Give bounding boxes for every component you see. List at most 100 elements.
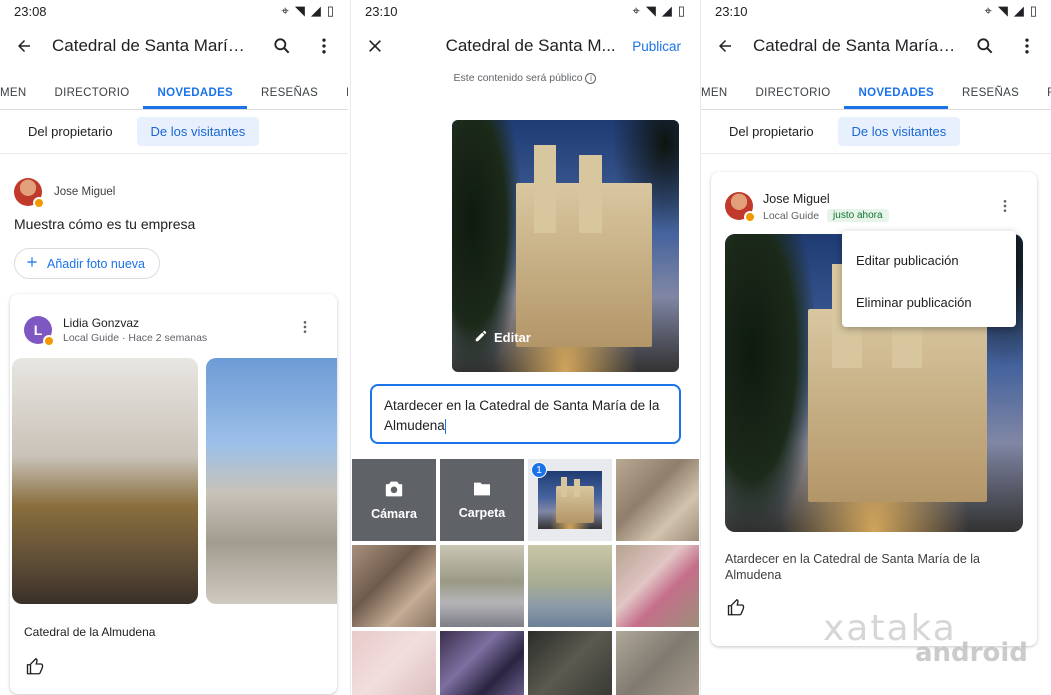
close-icon[interactable]	[361, 32, 389, 60]
folder-icon	[472, 481, 492, 500]
page-title: Catedral de Santa María l...	[753, 36, 957, 55]
more-vert-icon[interactable]	[1013, 32, 1041, 60]
thumb-up-icon[interactable]	[727, 598, 745, 622]
menu-item-delete[interactable]: Eliminar publicación	[842, 281, 1016, 323]
status-time: 23:08	[14, 3, 47, 19]
caption-input[interactable]: Atardecer en la Catedral de Santa María …	[370, 384, 681, 444]
avatar-letter: L	[33, 322, 43, 338]
tab-novedades[interactable]: NOVEDADES	[844, 87, 949, 109]
post-meta: Local Guide	[763, 209, 820, 222]
wifi-icon: ◥	[294, 3, 305, 18]
tab-resenas[interactable]: RESEÑAS	[948, 87, 1033, 109]
overflow-menu: Editar publicación Eliminar publicación	[842, 231, 1016, 327]
search-icon[interactable]	[971, 32, 999, 60]
back-arrow-icon[interactable]	[711, 32, 739, 60]
add-photo-label: Añadir foto nueva	[47, 256, 145, 271]
chip-de-los-visitantes[interactable]: De los visitantes	[136, 117, 260, 146]
local-guide-badge	[43, 335, 55, 347]
status-time: 23:10	[715, 3, 748, 19]
status-bar: 23:10 ⌖ ◥ ◢ ▯	[701, 0, 1051, 22]
tab-fotos[interactable]: FOTOS	[1033, 87, 1051, 109]
publish-button[interactable]: Publicar	[632, 39, 689, 54]
plus-icon	[25, 255, 39, 272]
text-cursor	[444, 418, 446, 434]
status-time: 23:10	[365, 3, 398, 19]
tab-directorio[interactable]: DIRECTORIO	[741, 87, 844, 109]
tab-directorio[interactable]: DIRECTORIO	[40, 87, 143, 109]
tab-menu[interactable]: MEN	[0, 87, 40, 109]
location-icon: ⌖	[632, 3, 640, 18]
folder-label: Carpeta	[458, 505, 506, 520]
camera-label: Cámara	[371, 506, 417, 521]
caption-input-value: Atardecer en la Catedral de Santa María …	[384, 398, 660, 433]
chip-del-propietario[interactable]: Del propietario	[715, 117, 828, 146]
owner-name: Jose Miguel	[54, 186, 116, 198]
status-bar: 23:08 ⌖ ◥ ◢ ▯	[0, 0, 348, 22]
screen-3: 23:10 ⌖ ◥ ◢ ▯ Catedral de Santa María l.…	[700, 0, 1051, 695]
post-photo-exterior[interactable]	[206, 358, 337, 604]
page-title: Catedral de Santa María l...	[52, 36, 254, 55]
add-photo-button[interactable]: Añadir foto nueva	[14, 248, 160, 279]
tab-fotos[interactable]: FOTOS	[332, 87, 348, 109]
folder-tile[interactable]: Carpeta	[440, 459, 524, 541]
gallery-photo-blurred[interactable]	[352, 631, 436, 695]
filter-chips: Del propietario De los visitantes	[0, 110, 348, 154]
post-author: Jose Miguel	[763, 192, 830, 206]
signal-icon: ◢	[310, 3, 321, 18]
more-vert-icon[interactable]	[310, 32, 338, 60]
post-author: Lidia Gonzvaz	[63, 316, 140, 330]
screen-1: 23:08 ⌖ ◥ ◢ ▯ Catedral de Santa María l.…	[0, 0, 348, 695]
avatar	[725, 192, 756, 223]
avatar: L	[24, 316, 55, 347]
tab-menu[interactable]: MEN	[701, 87, 741, 109]
more-vert-icon[interactable]	[297, 319, 313, 340]
chip-de-los-visitantes[interactable]: De los visitantes	[837, 117, 961, 146]
gallery-photo-blurred[interactable]	[616, 545, 699, 627]
pencil-icon	[474, 329, 488, 346]
gallery-photo-blurred[interactable]	[352, 545, 436, 627]
app-bar: Catedral de Santa M... Publicar	[351, 22, 699, 70]
location-icon: ⌖	[984, 3, 992, 18]
search-icon[interactable]	[268, 32, 296, 60]
edit-photo-button[interactable]: Editar	[474, 329, 531, 346]
gallery-photo-blurred[interactable]	[440, 631, 524, 695]
photo-picker-grid: Cámara Carpeta 1	[351, 458, 699, 695]
menu-item-edit[interactable]: Editar publicación	[842, 239, 1016, 281]
gallery-photo-blurred[interactable]	[616, 631, 699, 695]
camera-icon	[384, 480, 404, 501]
tab-novedades[interactable]: NOVEDADES	[143, 87, 248, 109]
battery-icon: ▯	[326, 3, 334, 18]
post-caption: Catedral de la Almudena	[24, 625, 156, 639]
wifi-icon: ◥	[645, 3, 656, 18]
signal-icon: ◢	[661, 3, 672, 18]
info-icon[interactable]: i	[585, 73, 597, 84]
tab-bar: MEN DIRECTORIO NOVEDADES RESEÑAS FOTOS	[701, 70, 1051, 110]
gallery-photo-blurred[interactable]	[440, 545, 524, 627]
thumb-up-icon[interactable]	[26, 657, 44, 681]
selection-count-badge: 1	[531, 462, 547, 478]
selected-photo-preview: Editar	[452, 120, 679, 372]
page-title: Catedral de Santa M...	[445, 36, 616, 55]
app-bar: Catedral de Santa María l...	[701, 22, 1051, 70]
local-guide-badge	[744, 211, 756, 223]
more-vert-icon[interactable]	[997, 198, 1013, 219]
post-photo-interior[interactable]	[12, 358, 198, 604]
avatar	[14, 178, 45, 209]
battery-icon: ▯	[677, 3, 685, 18]
filter-chips: Del propietario De los visitantes	[701, 110, 1051, 154]
back-arrow-icon[interactable]	[10, 32, 38, 60]
camera-tile[interactable]: Cámara	[352, 459, 436, 541]
public-notice-text: Este contenido será público	[453, 72, 583, 84]
chip-del-propietario[interactable]: Del propietario	[14, 117, 127, 146]
gallery-photo-blurred[interactable]	[528, 545, 612, 627]
tab-resenas[interactable]: RESEÑAS	[247, 87, 332, 109]
battery-icon: ▯	[1029, 3, 1037, 18]
status-badge: justo ahora	[827, 209, 889, 222]
gallery-photo-selected[interactable]: 1	[528, 459, 612, 541]
gallery-photo-blurred[interactable]	[528, 631, 612, 695]
owner-row: Jose Miguel	[14, 178, 116, 209]
gallery-photo-blurred[interactable]	[616, 459, 699, 541]
location-icon: ⌖	[281, 3, 289, 18]
local-guide-badge	[33, 197, 45, 209]
wifi-icon: ◥	[997, 3, 1008, 18]
